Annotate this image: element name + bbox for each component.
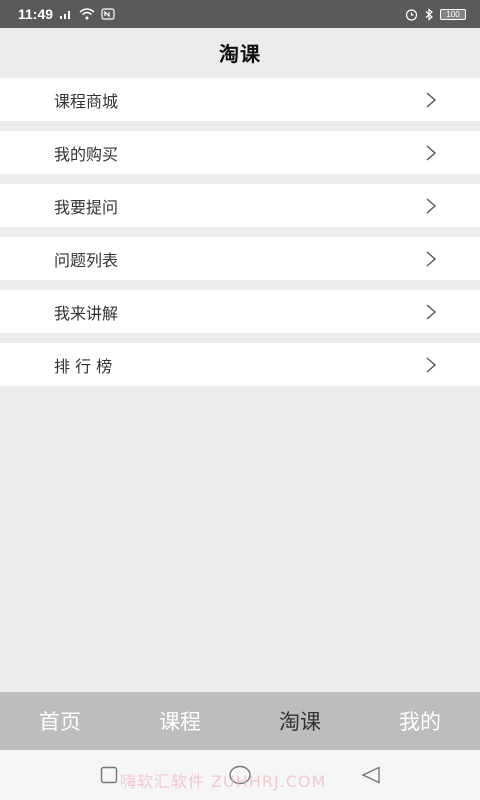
bottom-tab-bar: 首页 课程 淘课 我的 <box>0 692 480 750</box>
signal-icon <box>60 11 71 19</box>
tab-courses[interactable]: 课程 <box>120 706 240 736</box>
nfc-icon <box>101 8 115 20</box>
bluetooth-icon <box>425 7 433 21</box>
menu-item-label: 排 行 榜 <box>54 356 113 376</box>
menu-item-question-list[interactable]: 问题列表 <box>0 237 480 280</box>
status-left: 11:49 <box>18 6 115 22</box>
menu-item-label: 课程商城 <box>54 91 119 111</box>
menu-item-label: 我的购买 <box>54 144 119 164</box>
header: 淘课 <box>0 28 480 76</box>
menu-item-label: 我要提问 <box>54 197 119 217</box>
chevron-right-icon <box>426 356 437 373</box>
menu-item-label: 我来讲解 <box>54 303 119 323</box>
menu-item-course-mall[interactable]: 课程商城 <box>0 78 480 121</box>
status-right: 100 <box>405 7 466 21</box>
tab-taoke[interactable]: 淘课 <box>240 706 360 736</box>
tab-mine[interactable]: 我的 <box>360 706 480 736</box>
battery-icon: 100 <box>440 8 466 20</box>
wifi-icon <box>79 8 95 20</box>
page-title: 淘课 <box>219 41 261 66</box>
chevron-right-icon <box>426 144 437 161</box>
back-icon[interactable] <box>361 766 381 784</box>
menu-item-my-purchases[interactable]: 我的购买 <box>0 131 480 174</box>
recent-apps-icon[interactable] <box>100 766 118 784</box>
tab-home[interactable]: 首页 <box>0 706 120 736</box>
chevron-right-icon <box>426 197 437 214</box>
status-time: 11:49 <box>18 6 54 22</box>
system-nav-bar: 嗨软汇软件 ZUHHRJ.COM <box>0 750 480 800</box>
menu-item-leaderboard[interactable]: 排 行 榜 <box>0 343 480 386</box>
menu-item-ask-question[interactable]: 我要提问 <box>0 184 480 227</box>
status-bar: 11:49 100 <box>0 0 480 28</box>
chevron-right-icon <box>426 303 437 320</box>
alarm-icon <box>405 8 418 21</box>
menu-item-explain[interactable]: 我来讲解 <box>0 290 480 333</box>
chevron-right-icon <box>426 91 437 108</box>
menu-item-label: 问题列表 <box>54 250 119 270</box>
chevron-right-icon <box>426 250 437 267</box>
watermark: 嗨软汇软件 ZUHHRJ.COM <box>120 772 327 791</box>
